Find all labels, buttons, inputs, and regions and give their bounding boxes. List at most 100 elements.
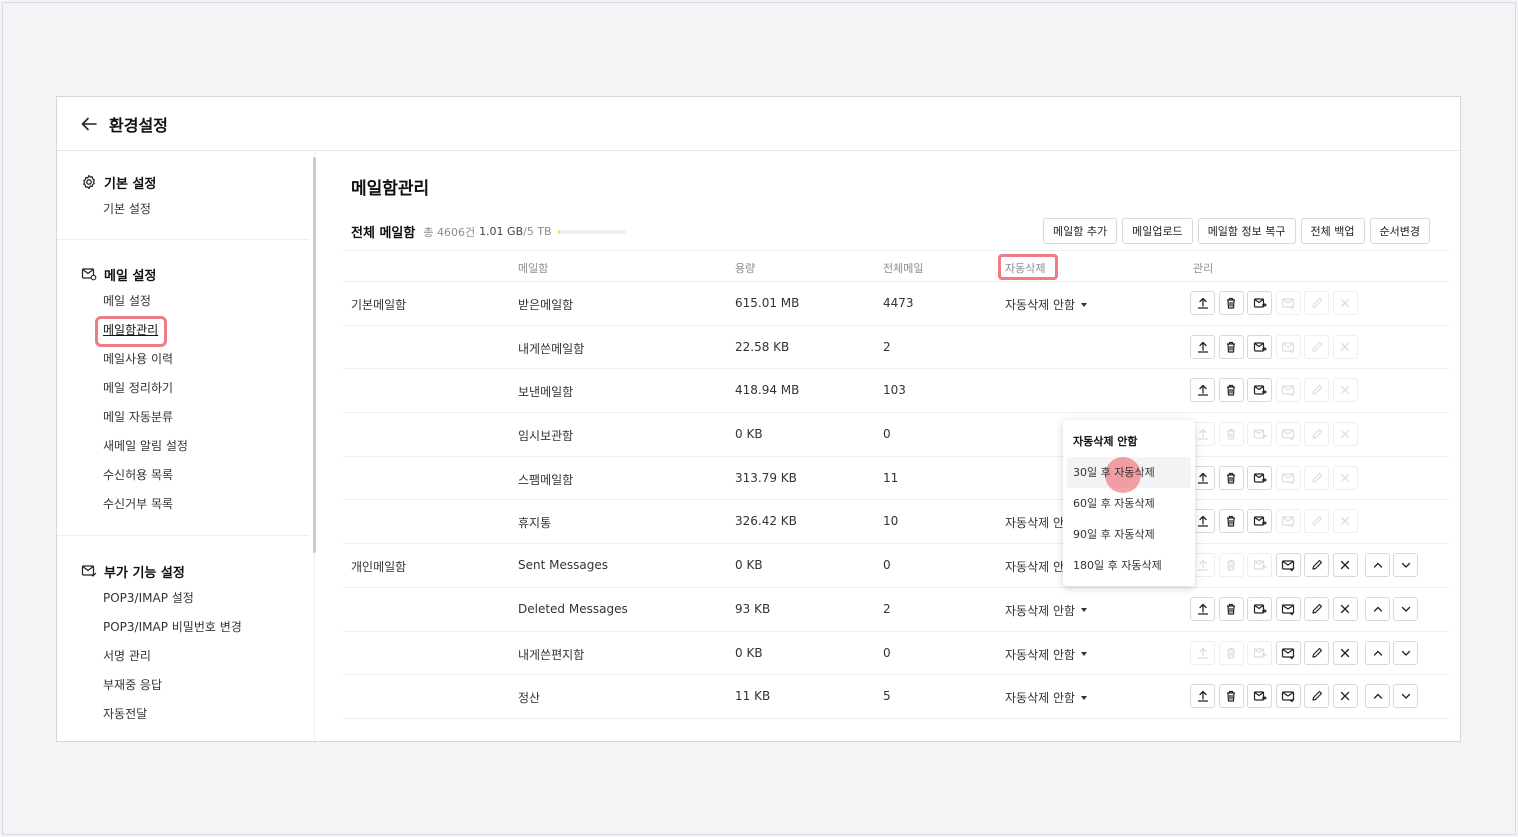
add-mailbox-button[interactable]: 메일함 추가	[1042, 218, 1118, 244]
delete-x-button[interactable]	[1332, 684, 1358, 709]
dropdown-option-60-days[interactable]: 60일 후 자동삭제	[1063, 488, 1195, 519]
trash-button[interactable]	[1218, 509, 1244, 534]
upload-button[interactable]	[1190, 378, 1215, 403]
edit-button[interactable]	[1304, 465, 1329, 490]
move-down-button[interactable]	[1393, 553, 1418, 578]
mailbox-size: 0 KB	[735, 645, 763, 660]
auto-delete-select[interactable]: 자동삭제 안함	[1005, 646, 1088, 663]
delete-x-button[interactable]	[1332, 334, 1358, 359]
manage-actions	[1190, 509, 1358, 534]
mail-move-button[interactable]	[1275, 291, 1301, 315]
move-up-button[interactable]	[1365, 640, 1390, 665]
trash-button[interactable]	[1218, 334, 1244, 359]
back-arrow-icon[interactable]	[79, 114, 99, 134]
edit-button[interactable]	[1304, 422, 1329, 447]
mail-move-button[interactable]	[1275, 640, 1301, 665]
sidebar-item-auto-forward[interactable]: 자동전달	[57, 700, 309, 729]
move-up-button[interactable]	[1365, 596, 1390, 621]
trash-button[interactable]	[1218, 378, 1244, 403]
move-down-button[interactable]	[1393, 596, 1418, 621]
upload-button[interactable]	[1190, 640, 1215, 665]
upload-icon	[1196, 340, 1210, 354]
mail-move-button[interactable]	[1275, 378, 1301, 403]
sidebar-item-mail-usage-history[interactable]: 메일사용 이력	[57, 345, 309, 374]
move-up-button[interactable]	[1365, 553, 1390, 578]
edit-button[interactable]	[1304, 640, 1329, 665]
sidebar-item-signature[interactable]: 서명 관리	[57, 642, 309, 671]
trash-button[interactable]	[1218, 291, 1244, 315]
sidebar-item-allow-list[interactable]: 수신허용 목록	[57, 461, 309, 490]
backup-all-button[interactable]: 전체 백업	[1300, 218, 1365, 244]
edit-button[interactable]	[1304, 509, 1329, 534]
move-up-button[interactable]	[1365, 684, 1390, 709]
mail-move-button[interactable]	[1275, 422, 1301, 447]
delete-x-button[interactable]	[1332, 422, 1358, 447]
dropdown-option-no-delete[interactable]: 자동삭제 안함	[1063, 426, 1195, 457]
delete-x-button[interactable]	[1332, 553, 1358, 578]
trash-button[interactable]	[1218, 422, 1244, 447]
upload-button[interactable]	[1190, 684, 1215, 709]
manage-actions	[1190, 422, 1358, 447]
move-down-button[interactable]	[1393, 684, 1418, 709]
delete-x-button[interactable]	[1332, 378, 1358, 403]
sidebar-item-block-list[interactable]: 수신거부 목록	[57, 490, 309, 519]
restore-mailbox-info-button[interactable]: 메일함 정보 복구	[1197, 218, 1296, 244]
trash-button[interactable]	[1218, 465, 1244, 490]
edit-button[interactable]	[1304, 291, 1329, 315]
edit-button[interactable]	[1304, 334, 1329, 359]
export-button[interactable]	[1247, 640, 1272, 665]
mail-move-button[interactable]	[1275, 465, 1301, 490]
delete-x-button[interactable]	[1332, 596, 1358, 621]
sidebar-item-label: 새메일 알림 설정	[103, 439, 188, 453]
delete-x-button[interactable]	[1332, 465, 1358, 490]
edit-icon	[1310, 689, 1324, 703]
export-button[interactable]	[1247, 509, 1272, 534]
export-button[interactable]	[1247, 334, 1272, 359]
sidebar-item-mail-settings[interactable]: 메일 설정	[57, 287, 309, 316]
upload-button[interactable]	[1190, 596, 1215, 621]
sidebar-item-mail-auto-sort[interactable]: 메일 자동분류	[57, 403, 309, 432]
auto-delete-select[interactable]: 자동삭제 안함	[1005, 296, 1088, 313]
mail-move-button[interactable]	[1275, 596, 1301, 621]
upload-button[interactable]	[1190, 334, 1215, 359]
export-button[interactable]	[1247, 553, 1272, 578]
edit-button[interactable]	[1304, 596, 1329, 621]
delete-x-button[interactable]	[1332, 509, 1358, 534]
delete-x-button[interactable]	[1332, 640, 1358, 665]
upload-button[interactable]	[1190, 291, 1215, 315]
mail-move-button[interactable]	[1275, 334, 1301, 359]
export-button[interactable]	[1247, 596, 1272, 621]
delete-x-button[interactable]	[1332, 291, 1358, 315]
trash-button[interactable]	[1218, 553, 1244, 578]
export-button[interactable]	[1247, 684, 1272, 709]
auto-delete-select[interactable]: 자동삭제 안함	[1005, 689, 1088, 706]
trash-button[interactable]	[1218, 684, 1244, 709]
export-button[interactable]	[1247, 378, 1272, 403]
sidebar-item-pop3-imap[interactable]: POP3/IMAP 설정	[57, 584, 309, 613]
edit-button[interactable]	[1304, 378, 1329, 403]
trash-button[interactable]	[1218, 596, 1244, 621]
edit-button[interactable]	[1304, 684, 1329, 709]
sidebar-item-basic-settings[interactable]: 기본 설정	[57, 195, 309, 224]
sidebar-item-new-mail-alert[interactable]: 새메일 알림 설정	[57, 432, 309, 461]
export-button[interactable]	[1247, 291, 1272, 315]
trash-button[interactable]	[1218, 640, 1244, 665]
mail-move-button[interactable]	[1275, 553, 1301, 578]
mail-move-button[interactable]	[1275, 684, 1301, 709]
dropdown-option-90-days[interactable]: 90일 후 자동삭제	[1063, 519, 1195, 550]
sidebar-item-auto-reply[interactable]: 부재중 응답	[57, 671, 309, 700]
sidebar-scrollbar[interactable]	[313, 157, 316, 553]
move-down-button[interactable]	[1393, 640, 1418, 665]
edit-button[interactable]	[1304, 553, 1329, 578]
change-order-button[interactable]: 순서변경	[1369, 218, 1430, 244]
dropdown-option-180-days[interactable]: 180일 후 자동삭제	[1063, 550, 1195, 581]
mailbox-size: 313.79 KB	[735, 470, 797, 485]
auto-delete-select[interactable]: 자동삭제 안함	[1005, 602, 1088, 619]
sidebar-item-mail-cleanup[interactable]: 메일 정리하기	[57, 374, 309, 403]
sidebar-item-pop3-imap-password[interactable]: POP3/IMAP 비밀번호 변경	[57, 613, 309, 642]
upload-mail-button[interactable]: 메일업로드	[1122, 218, 1193, 244]
dropdown-option-30-days[interactable]: 30일 후 자동삭제	[1067, 457, 1191, 493]
mail-move-button[interactable]	[1275, 509, 1301, 534]
export-button[interactable]	[1247, 422, 1272, 447]
export-button[interactable]	[1247, 465, 1272, 490]
